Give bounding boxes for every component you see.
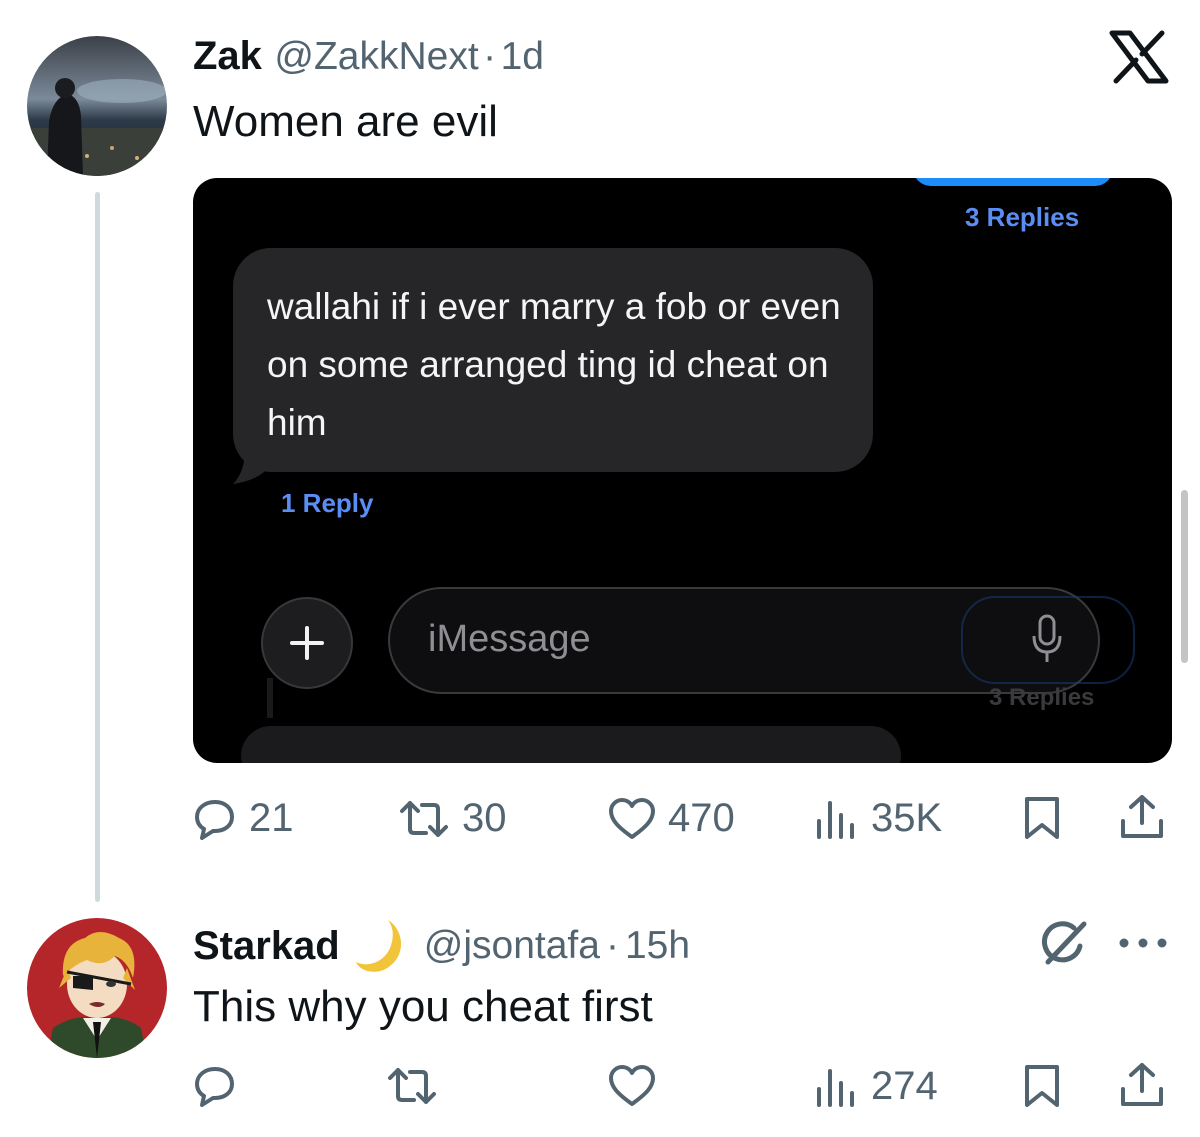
reply-icon [195,1067,234,1107]
repost-icon [388,1068,436,1104]
message-text: wallahi if i ever marry a fob or even on… [267,286,841,443]
post-text: Women are evil [193,97,498,146]
imessage-placeholder: iMessage [428,618,591,660]
reply-count: 21 [249,796,294,840]
plus-button [261,597,353,689]
next-bubble-fragment [241,726,901,763]
share-icon [1121,1063,1163,1106]
faint-artifact [267,678,273,718]
views-icon [817,800,854,839]
avatar[interactable] [27,918,167,1058]
views-count: 35K [871,796,943,840]
reply-button[interactable] [193,1064,237,1108]
post-media[interactable]: 3 Replies wallahi if i ever marry a fob … [193,178,1172,763]
reply-icon [195,799,234,840]
post-header: Zak @ZakkNext · 1d [193,34,544,79]
thread-line [95,192,100,902]
timestamp[interactable]: 1d [501,35,544,78]
share-icon [1121,795,1163,838]
share-button[interactable] [1118,793,1166,841]
like-count: 470 [668,796,735,840]
views-button[interactable]: 274 [815,1064,938,1109]
bookmark-icon [1025,1065,1059,1107]
views-button[interactable]: 35K [815,796,942,841]
share-button[interactable] [1118,1061,1166,1109]
grok-icon[interactable] [1040,918,1088,968]
bookmark-button[interactable] [1022,1063,1062,1109]
repost-count: 30 [462,796,507,840]
reply-link: 1 Reply [281,488,374,518]
reply-text: This why you cheat first [193,982,653,1031]
repost-button[interactable] [386,1064,438,1108]
separator: · [605,924,619,967]
top-replies-link: 3 Replies [965,202,1080,232]
like-button[interactable]: 470 [608,796,735,841]
reply-author-name[interactable]: Starkad [193,924,340,969]
x-logo[interactable] [1108,30,1170,84]
bookmark-icon [1025,797,1059,839]
reply-header: Starkad @jsontafa · 15h [193,918,690,974]
reply-author-handle[interactable]: @jsontafa [424,924,600,968]
ghost-replies-label: 3 Replies [989,684,1095,711]
views-icon [817,1068,854,1107]
reply-button[interactable]: 21 [193,796,294,841]
heart-icon [609,1065,655,1106]
repost-icon [400,800,448,837]
ghost-bubble-outline [961,596,1135,684]
like-button[interactable] [608,1064,656,1108]
author-handle[interactable]: @ZakkNext [274,35,478,78]
repost-button[interactable]: 30 [398,796,507,841]
bubble-tail [233,440,271,484]
message-bubble: wallahi if i ever marry a fob or even on… [233,248,873,472]
author-name[interactable]: Zak [193,34,262,78]
separator: · [483,35,497,78]
bookmark-button[interactable] [1022,795,1062,841]
crescent-moon-icon [355,920,401,972]
reply-timestamp[interactable]: 15h [625,924,690,968]
sent-bubble-fragment [913,178,1113,186]
avatar[interactable] [27,36,167,176]
heart-icon [609,797,655,839]
scrollbar[interactable] [1181,490,1188,663]
views-count: 274 [871,1064,938,1108]
more-options-icon[interactable] [1118,936,1168,948]
